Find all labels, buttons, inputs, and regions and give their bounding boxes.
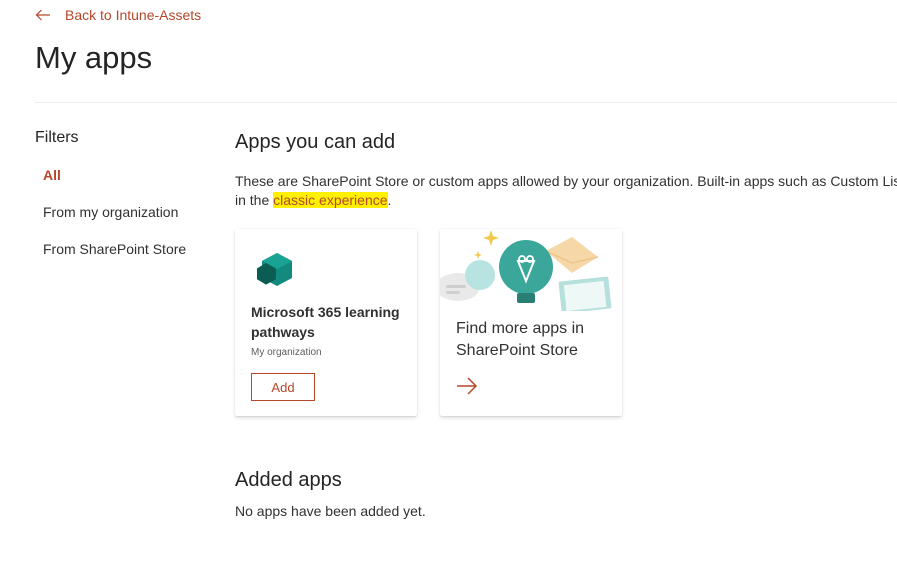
store-card-title: Find more apps in SharePoint Store xyxy=(456,320,585,359)
back-link[interactable]: Back to Intune-Assets xyxy=(35,6,201,24)
lightbulb-illustration xyxy=(440,229,622,311)
filter-from-my-organization[interactable]: From my organization xyxy=(43,204,178,220)
page-title: My apps xyxy=(35,40,153,75)
description-suffix: . xyxy=(387,192,392,208)
learning-pathways-app-icon xyxy=(257,253,292,286)
filters-title: Filters xyxy=(35,129,79,146)
description-prefix: in the xyxy=(235,192,274,208)
header-divider xyxy=(35,102,897,103)
filter-all[interactable]: All xyxy=(43,167,61,183)
app-card-learning-pathways[interactable]: Microsoft 365 learning pathways My organ… xyxy=(235,229,417,416)
arrow-left-icon xyxy=(35,9,50,21)
apps-you-can-add-title: Apps you can add xyxy=(235,131,396,153)
description-line-1: These are SharePoint Store or custom app… xyxy=(235,173,897,189)
added-apps-title: Added apps xyxy=(235,469,342,491)
classic-experience-link[interactable]: classic experience xyxy=(273,192,388,208)
back-link-label: Back to Intune-Assets xyxy=(65,7,202,23)
app-source: My organization xyxy=(251,347,322,358)
apps-description: These are SharePoint Store or custom app… xyxy=(235,172,897,210)
description-line-2: in the classic experience. xyxy=(235,191,897,210)
filter-from-sharepoint-store[interactable]: From SharePoint Store xyxy=(43,241,186,257)
app-name: Microsoft 365 learning pathways xyxy=(251,304,400,340)
add-app-button[interactable]: Add xyxy=(251,373,315,401)
arrow-right-icon[interactable] xyxy=(456,377,478,395)
sharepoint-store-card[interactable]: Find more apps in SharePoint Store xyxy=(440,229,622,416)
no-apps-message: No apps have been added yet. xyxy=(235,503,426,519)
